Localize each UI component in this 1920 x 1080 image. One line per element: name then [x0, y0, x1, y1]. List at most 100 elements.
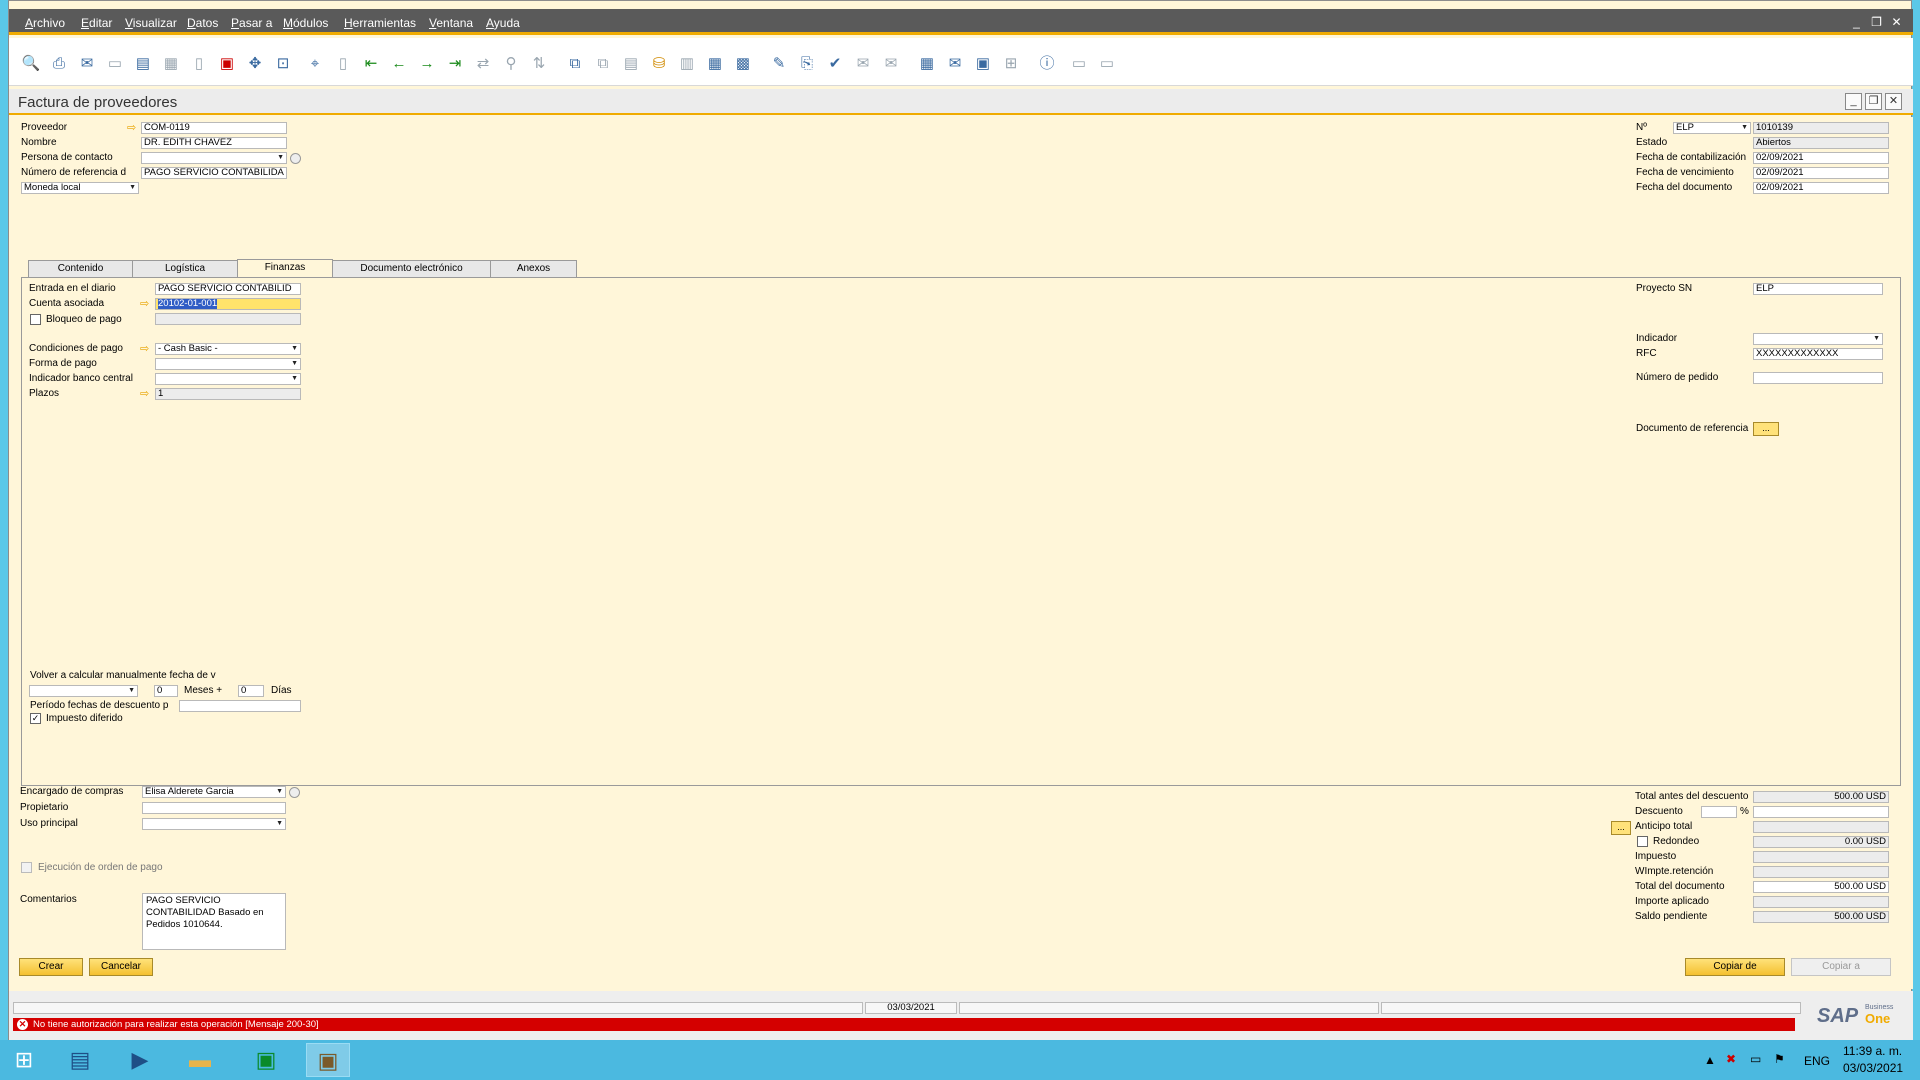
tray-chevron-icon[interactable]: ▲ [1704, 1053, 1716, 1067]
help-icon[interactable]: ⓘ [1037, 54, 1057, 74]
doc-close-button[interactable]: ✕ [1885, 93, 1902, 110]
print-icon[interactable]: ⎙ [49, 54, 69, 74]
base-document-icon[interactable]: ⧉ [565, 54, 585, 74]
doc-restore-button[interactable]: ❐ [1865, 93, 1882, 110]
anticipo-button[interactable]: ... [1611, 821, 1631, 835]
add-icon[interactable]: ▯ [333, 54, 353, 74]
powershell-icon[interactable]: ▶ [118, 1043, 162, 1077]
first-record-icon[interactable]: ⇤ [361, 54, 381, 74]
encargado-info-icon[interactable] [289, 787, 300, 798]
copiar-de-button[interactable]: Copiar de [1685, 958, 1785, 976]
proyecto-field[interactable]: ELP [1753, 283, 1883, 295]
condiciones-link-arrow-icon[interactable]: ⇨ [140, 344, 149, 355]
previous-record-icon[interactable]: ← [389, 54, 409, 74]
cuenta-field[interactable]: 20102-01-001 [155, 298, 301, 310]
filter-icon[interactable]: ⚲ [501, 54, 521, 74]
condiciones-dropdown[interactable]: - Cash Basic - [155, 343, 301, 355]
propietario-field[interactable] [142, 802, 286, 814]
descuento-percent-field[interactable] [1701, 806, 1737, 818]
tab-documento-electronico[interactable]: Documento electrónico [332, 260, 491, 277]
journal-icon[interactable]: ▤ [621, 54, 641, 74]
cancelar-button[interactable]: Cancelar [89, 958, 153, 976]
indicador-dropdown[interactable] [1753, 333, 1883, 345]
store-icon[interactable]: ▣ [244, 1043, 288, 1077]
total-documento-field[interactable]: 500.00 USD [1753, 881, 1889, 893]
network-alert-icon[interactable]: ✖ [1726, 1052, 1736, 1066]
lock-icon[interactable]: ⊡ [273, 54, 293, 74]
email-icon[interactable]: ✉ [77, 54, 97, 74]
serie-dropdown[interactable]: ELP [1673, 122, 1751, 134]
settings-icon[interactable]: ▩ [733, 54, 753, 74]
word-icon[interactable]: ▯ [189, 54, 209, 74]
server-manager-icon[interactable]: ▤ [58, 1043, 102, 1077]
periodo-field[interactable] [179, 700, 301, 712]
fecha-documento-field[interactable]: 02/09/2021 [1753, 182, 1889, 194]
file-explorer-icon[interactable]: ▬ [178, 1043, 222, 1077]
menu-datos[interactable]: Datos [187, 16, 218, 30]
last-record-icon[interactable]: ⇥ [445, 54, 465, 74]
plazos-link-arrow-icon[interactable]: ⇨ [140, 389, 149, 400]
tab-logistica[interactable]: Logística [132, 260, 238, 277]
find-icon[interactable]: ⌖ [305, 54, 325, 74]
fecha-contabilizacion-field[interactable]: 02/09/2021 [1753, 152, 1889, 164]
redondeo-checkbox[interactable] [1637, 836, 1648, 847]
rfc-field[interactable]: XXXXXXXXXXXXX [1753, 348, 1883, 360]
bloqueo-checkbox[interactable] [30, 314, 41, 325]
document-number-field[interactable]: 1010139 [1753, 122, 1889, 134]
fecha-vencimiento-field[interactable]: 02/09/2021 [1753, 167, 1889, 179]
fax-icon[interactable]: ▤ [133, 54, 153, 74]
app-restore-button[interactable]: ❐ [1869, 15, 1884, 30]
flag-icon[interactable]: ⚑ [1774, 1052, 1785, 1066]
proveedor-field[interactable]: COM-0119 [141, 122, 287, 134]
encargado-dropdown[interactable]: Elisa Alderete Garcia [142, 786, 286, 798]
edit-icon[interactable]: ✎ [769, 54, 789, 74]
cuenta-link-arrow-icon[interactable]: ⇨ [140, 299, 149, 310]
chat-icon[interactable]: ✉ [881, 54, 901, 74]
doc-minimize-button[interactable]: _ [1845, 93, 1862, 110]
export-icon[interactable]: ▦ [161, 54, 181, 74]
app-close-button[interactable]: ✕ [1889, 15, 1904, 30]
sms-icon[interactable]: ▭ [105, 54, 125, 74]
moneda-dropdown[interactable]: Moneda local [21, 182, 139, 194]
clock-date[interactable]: 03/03/2021 [1843, 1061, 1903, 1075]
alert-icon[interactable]: ✉ [945, 54, 965, 74]
network-icon[interactable]: ⊞ [1001, 54, 1021, 74]
menu-modulos[interactable]: Módulos [283, 16, 328, 30]
refresh-icon[interactable]: ⇄ [473, 54, 493, 74]
window2-icon[interactable]: ▭ [1097, 54, 1117, 74]
meses-field[interactable]: 0 [154, 685, 178, 697]
layout-icon[interactable]: ▦ [705, 54, 725, 74]
contact-info-icon[interactable] [290, 153, 301, 164]
descuento-amount-field[interactable] [1753, 806, 1889, 818]
contacto-dropdown[interactable] [141, 152, 287, 164]
forma-pago-dropdown[interactable] [155, 358, 301, 370]
menu-ventana[interactable]: Ventana [429, 16, 473, 30]
pedido-field[interactable] [1753, 372, 1883, 384]
menu-ayuda[interactable]: Ayuda [486, 16, 520, 30]
menu-editar[interactable]: Editar [81, 16, 112, 30]
approve-icon[interactable]: ✔ [825, 54, 845, 74]
message-icon[interactable]: ✉ [853, 54, 873, 74]
dias-field[interactable]: 0 [238, 685, 264, 697]
menu-visualizar[interactable]: Visualizar [125, 16, 177, 30]
sort-icon[interactable]: ⇅ [529, 54, 549, 74]
windows-start-icon[interactable]: ⊞ [2, 1043, 46, 1077]
window-icon[interactable]: ▭ [1069, 54, 1089, 74]
referencia-field[interactable]: PAGO SERVICIO CONTABILIDA [141, 167, 287, 179]
pdf-icon[interactable]: ▣ [217, 54, 237, 74]
impuesto-diferido-checkbox[interactable]: ✓ [30, 713, 41, 724]
menu-pasar-a[interactable]: Pasar a [231, 16, 272, 30]
gross-profit-icon[interactable]: ▥ [677, 54, 697, 74]
language-indicator[interactable]: ENG [1804, 1054, 1830, 1068]
menu-archivo[interactable]: Archivo [25, 16, 65, 30]
plazos-field[interactable]: 1 [155, 388, 301, 400]
nombre-field[interactable]: DR. EDITH CHAVEZ [141, 137, 287, 149]
tab-contenido[interactable]: Contenido [28, 260, 133, 277]
banco-central-dropdown[interactable] [155, 373, 301, 385]
next-record-icon[interactable]: → [417, 54, 437, 74]
docref-button[interactable]: ... [1753, 422, 1779, 436]
launch-icon[interactable]: ✥ [245, 54, 265, 74]
calculator-icon[interactable]: ▣ [973, 54, 993, 74]
crear-button[interactable]: Crear [19, 958, 83, 976]
target-document-icon[interactable]: ⧉ [593, 54, 613, 74]
